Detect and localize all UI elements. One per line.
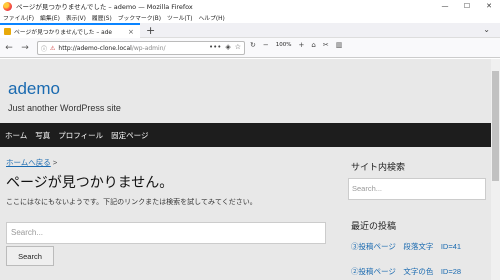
window-controls: — ☐ ✕ [434, 0, 500, 12]
back-arrow-icon[interactable]: ← [2, 40, 16, 56]
page-info-icon[interactable]: ⓘ [41, 44, 47, 53]
tab-close-icon[interactable]: × [128, 28, 134, 36]
breadcrumb-separator: > [50, 158, 58, 167]
pocket-icon[interactable]: ◈ [225, 43, 230, 51]
nav-fixed-page[interactable]: 固定ページ [111, 130, 148, 141]
zoom-level[interactable]: 100% [276, 42, 292, 48]
recent-post-link[interactable]: ③投稿ページ 段落文字 ID=41 [351, 243, 489, 268]
search-input[interactable]: Search... [6, 222, 326, 244]
site-navigation: ホーム 写真 プロフィール 固定ページ [0, 123, 491, 147]
bookmark-star-icon[interactable]: ☆ [235, 43, 241, 51]
close-window-button[interactable]: ✕ [478, 0, 500, 12]
navigation-bar: ← → ⓘ ⚠ http://ademo-clone.local/wp-admi… [0, 38, 500, 58]
window-title: ページが見つかりませんでした – ademo — Mozilla Firefox [16, 3, 193, 11]
new-tab-icon[interactable]: + [146, 24, 155, 37]
menu-file[interactable]: ファイル(F) [3, 13, 34, 22]
screenshot-icon[interactable]: ✂ [323, 41, 329, 49]
recent-posts-list: ③投稿ページ 段落文字 ID=41 ②投稿ページ 文字の色 ID=28 [351, 243, 489, 280]
tab-active[interactable]: ページが見つかりませんでした – ade × [0, 23, 140, 38]
forward-arrow-icon[interactable]: → [18, 40, 32, 56]
search-button[interactable]: Search [6, 246, 54, 266]
site-title[interactable]: ademo [8, 79, 60, 99]
nav-profile[interactable]: プロフィール [58, 130, 103, 141]
tab-list-chevron-icon[interactable]: ⌄ [483, 25, 490, 34]
zoom-in-icon[interactable]: + [298, 41, 304, 49]
url-bar[interactable]: ⓘ ⚠ http://ademo-clone.local/wp-admin/ •… [37, 41, 245, 55]
menu-view[interactable]: 表示(V) [66, 13, 86, 22]
nav-home[interactable]: ホーム [5, 130, 27, 141]
reload-icon[interactable]: ↻ [250, 41, 256, 49]
sidebar-search-input[interactable]: Search... [348, 178, 486, 200]
vertical-scrollbar[interactable] [491, 59, 500, 280]
search-placeholder: Search... [11, 228, 44, 237]
not-found-message: ここにはなにもないようです。下記のリンクまたは検索を試してみてください。 [6, 199, 257, 206]
page-viewport: ademo Just another WordPress site ホーム 写真… [0, 59, 491, 280]
menu-tools[interactable]: ツール(T) [167, 13, 192, 22]
site-favicon-icon [4, 28, 11, 35]
page-title: ページが見つかりません。 [6, 174, 174, 190]
menu-bar: ファイル(F) 編集(E) 表示(V) 履歴(S) ブックマーク(B) ツール(… [0, 12, 500, 23]
menu-help[interactable]: ヘルプ(H) [198, 13, 224, 22]
minimize-button[interactable]: — [434, 0, 456, 12]
menu-bookmarks[interactable]: ブックマーク(B) [118, 13, 161, 22]
url-text[interactable]: http://ademo-clone.local/wp-admin/ [58, 45, 165, 52]
url-path: /wp-admin/ [131, 44, 166, 52]
page-actions-icon[interactable]: ••• [209, 43, 221, 51]
breadcrumb: ホームへ戻る > [6, 157, 57, 168]
menu-edit[interactable]: 編集(E) [40, 13, 60, 22]
title-bar: ページが見つかりませんでした – ademo — Mozilla Firefox… [0, 0, 500, 12]
firefox-logo-icon [3, 1, 12, 11]
recent-post-link[interactable]: ②投稿ページ 文字の色 ID=28 [351, 268, 489, 280]
scrollbar-thumb[interactable] [492, 71, 499, 181]
tab-strip: ページが見つかりませんでした – ade × + ⌄ [0, 23, 500, 38]
menu-history[interactable]: 履歴(S) [92, 13, 112, 22]
home-icon[interactable]: ⌂ [311, 41, 315, 49]
site-tagline: Just another WordPress site [8, 103, 121, 113]
nav-photos[interactable]: 写真 [35, 130, 50, 141]
sidebar-search-placeholder: Search... [352, 184, 383, 193]
maximize-button[interactable]: ☐ [456, 0, 478, 12]
sidebar-search-heading: サイト内検索 [351, 162, 406, 172]
url-host: ademo-clone.local [76, 44, 132, 52]
library-icon[interactable]: ▥ [336, 41, 343, 49]
tab-label: ページが見つかりませんでした – ade [14, 30, 112, 36]
insecure-lock-icon[interactable]: ⚠ [50, 45, 55, 52]
breadcrumb-home-link[interactable]: ホームへ戻る [6, 158, 51, 167]
recent-posts-heading: 最近の投稿 [351, 221, 397, 231]
zoom-out-icon[interactable]: − [263, 41, 269, 49]
